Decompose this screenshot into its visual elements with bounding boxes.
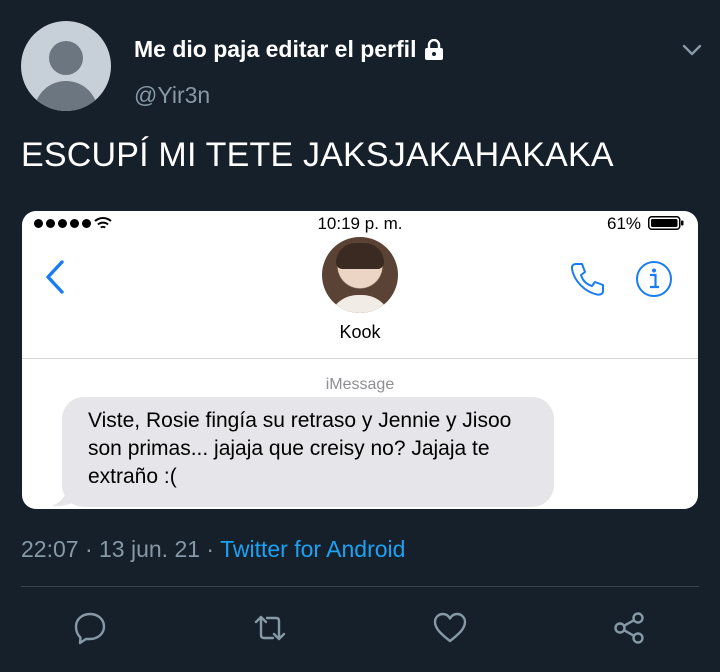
contact-name: Kook (339, 322, 381, 342)
header-divider (22, 358, 698, 359)
back-chevron-icon (46, 260, 64, 294)
avatar[interactable] (21, 21, 111, 111)
user-name-row: Me dio paja editar el perfil (134, 36, 445, 63)
ios-status-bar: 10:19 p. m. 61% (22, 211, 698, 237)
imessage-label: iMessage (325, 376, 395, 393)
tweet-source-link[interactable]: Twitter for Android (220, 536, 405, 562)
chevron-down-icon[interactable] (680, 38, 704, 62)
heart-icon[interactable] (432, 610, 468, 646)
battery-percent: 61% (607, 214, 642, 233)
status-time: 10:19 p. m. (317, 214, 403, 233)
info-icon (636, 261, 672, 297)
reply-icon[interactable] (72, 610, 108, 646)
retweet-icon[interactable] (252, 610, 288, 646)
battery-icon (648, 216, 684, 230)
lock-icon (425, 38, 444, 60)
user-handle[interactable]: @Yir3n (134, 82, 210, 109)
actions-divider (21, 586, 699, 587)
tweet-meta: 22:07 · 13 jun. 21 · Twitter for Android (21, 536, 405, 563)
share-icon[interactable] (611, 610, 647, 646)
message-text: Viste, Rosie fingía su retraso y Jennie … (88, 409, 512, 488)
tweet-text: ESCUPÍ MI TETE JAKSJAKAHAKAKA (21, 136, 614, 174)
tweet-time: 22:07 (21, 536, 79, 562)
meta-separator: · (78, 536, 100, 562)
meta-separator: · (200, 536, 221, 562)
tweet-date: 13 jun. 21 (99, 536, 201, 562)
display-name[interactable]: Me dio paja editar el perfil (134, 36, 416, 63)
contact-photo (322, 237, 398, 313)
tweet-media-image[interactable]: 10:19 p. m. 61% Kook iMessage Viste, Ros… (22, 211, 698, 509)
avatar-placeholder-head (49, 41, 83, 75)
phone-icon (570, 263, 604, 296)
avatar-placeholder-body (34, 81, 98, 111)
